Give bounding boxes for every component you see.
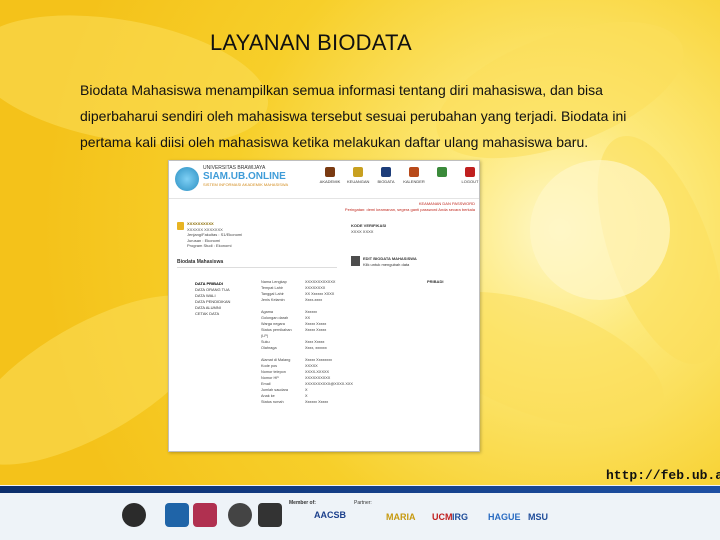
globe-icon xyxy=(165,503,189,527)
nav-item[interactable]: KEUANGAN xyxy=(347,167,369,184)
nav-item[interactable]: KALENDER xyxy=(403,167,425,184)
footer-band xyxy=(0,486,720,493)
website-url[interactable]: http://feb.ub.ac.id xyxy=(606,468,720,483)
r-icon xyxy=(258,503,282,527)
edit-biodata-link[interactable]: EDIT BIODATA MAHASISWA Klik untuk mengub… xyxy=(363,256,417,267)
section-title: Biodata Mahasiswa xyxy=(177,259,224,265)
partner-logo-text: IRG xyxy=(452,512,469,522)
screenshot-nav: AKADEMIK KEUANGAN BIODATA KALENDER LOGOUT xyxy=(319,167,479,184)
nav-label: AKADEMIK xyxy=(319,179,341,184)
footer xyxy=(0,485,720,540)
nav-icon xyxy=(409,167,419,177)
nav-item[interactable] xyxy=(431,167,453,184)
nav-item[interactable]: AKADEMIK xyxy=(319,167,341,184)
side-menu: DATA PRIBADI DATA ORANG TUA DATA WALI DATA … xyxy=(195,281,230,317)
partner-logo-text: MARIA xyxy=(386,512,416,522)
user-line: Program Studi : Ekonomi xyxy=(187,243,232,248)
partner-logo-text: MSU xyxy=(528,512,548,522)
screenshot-notice: KEAMANAN DAN PASSWORD Peringatan: demi k… xyxy=(229,201,475,213)
seal-icon xyxy=(228,503,252,527)
nav-icon xyxy=(381,167,391,177)
data-badge: PRIBADI xyxy=(427,279,444,284)
side-menu-item[interactable]: CETAK DATA xyxy=(195,311,230,317)
description-line-2: diperbaharui sendiri oleh mahasiswa ters… xyxy=(80,108,627,124)
notice-line: Peringatan: demi keamanan, segera ganti … xyxy=(344,207,475,212)
biodata-fields: Nama Lengkap XXXXXXXXXXXX Tempat Lahir XXXX… xyxy=(261,279,375,405)
nav-label: BIODATA xyxy=(377,179,395,184)
nav-label: LOGOUT xyxy=(461,179,479,184)
partner-label: Partner: xyxy=(354,500,372,506)
user-icon xyxy=(177,222,184,230)
brand-tagline: SISTEM INFORMASI AKADEMIK MAHASISWA xyxy=(203,182,289,187)
field-row: Status rumah Xxxxxx Xxxxx xyxy=(261,399,375,405)
nav-item[interactable]: BIODATA xyxy=(375,167,397,184)
screenshot-user-info: XXXXXXXXXX XXXXXX XXXXXXX Jenjang/Fakult… xyxy=(187,221,242,249)
description-line-1: Biodata Mahasiswa menampilkan semua info… xyxy=(80,82,603,98)
field-value: Xxxxxx Xxxxx xyxy=(305,400,329,404)
partner-logo-text: UCM xyxy=(432,512,453,522)
edit-heading: EDIT BIODATA MAHASISWA xyxy=(363,256,417,261)
brand-system: SIAM.UB.ONLINE xyxy=(203,171,286,182)
edit-icon xyxy=(351,256,360,266)
nav-label: KALENDER xyxy=(403,179,425,184)
nav-label: KEUANGAN xyxy=(347,179,370,184)
university-logo-icon xyxy=(175,167,199,191)
partner-logo-text: HAGUE xyxy=(488,512,521,522)
screenshot-brand: UNIVERSITAS BRAWIJAYA SIAM.UB.ONLINE SIS… xyxy=(203,165,288,187)
biodata-screenshot: UNIVERSITAS BRAWIJAYA SIAM.UB.ONLINE SIS… xyxy=(168,160,480,452)
nav-icon xyxy=(325,167,335,177)
slide-title: LAYANAN BIODATA xyxy=(210,30,412,55)
badge-icon xyxy=(193,503,217,527)
crest-icon xyxy=(122,503,146,527)
nav-icon xyxy=(437,167,447,177)
description-line-3: pertama kali diisi oleh mahasiswa ketika… xyxy=(80,134,589,150)
right-box-value: XXXX XXXX xyxy=(351,229,374,234)
user-line: Jenjang/Fakultas : S1/Ekonomi xyxy=(187,232,243,237)
edit-text: Klik untuk mengubah data xyxy=(363,261,410,267)
nav-item[interactable]: LOGOUT xyxy=(459,167,479,184)
screenshot-header: UNIVERSITAS BRAWIJAYA SIAM.UB.ONLINE SIS… xyxy=(169,161,479,199)
screenshot-right-box: KODE VERIFIKASI XXXX XXXX xyxy=(351,223,386,235)
section-divider xyxy=(177,267,337,268)
field-key: Status rumah xyxy=(261,400,284,404)
nav-icon xyxy=(353,167,363,177)
member-label: Member of: xyxy=(289,500,316,506)
nav-icon xyxy=(465,167,475,177)
partner-logo-text: AACSB xyxy=(314,510,347,520)
